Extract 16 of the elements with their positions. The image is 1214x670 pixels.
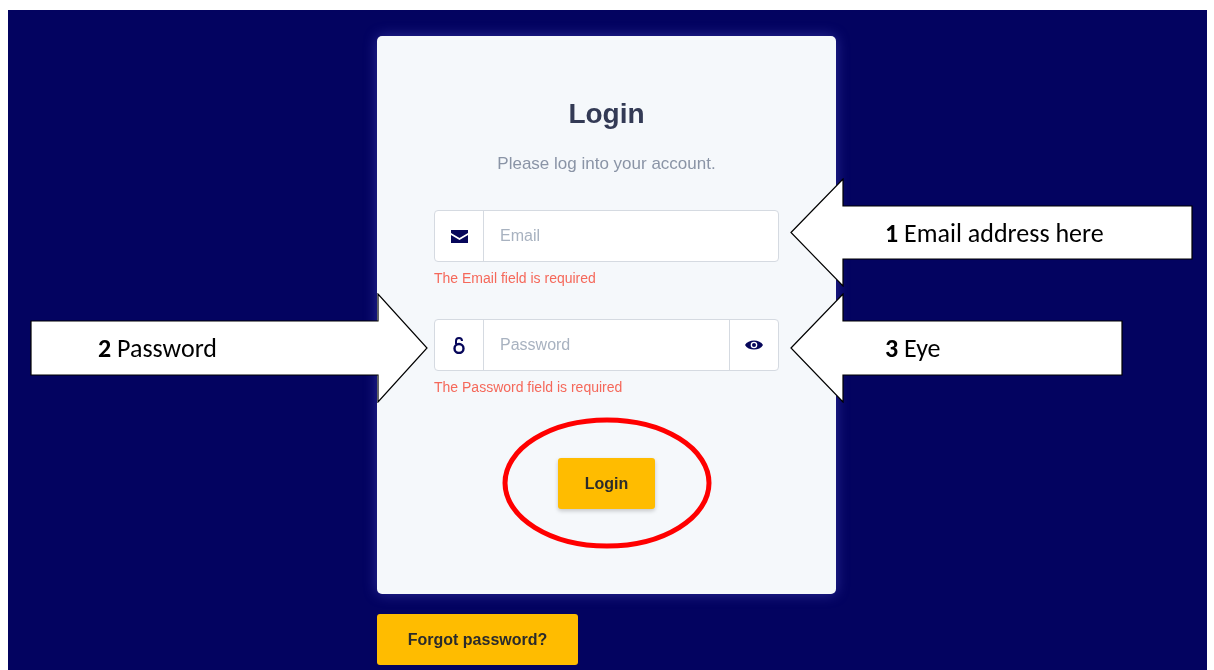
password-input[interactable]: Password	[484, 320, 729, 370]
login-subtitle: Please log into your account.	[497, 154, 716, 174]
email-field[interactable]: Email	[434, 210, 779, 262]
login-button[interactable]: Login	[558, 458, 655, 509]
error-message: The Password field is required	[434, 379, 624, 395]
login-title: Login	[568, 98, 645, 130]
password-field[interactable]: Password	[434, 319, 779, 371]
eye-icon[interactable]	[745, 339, 763, 351]
callout-label: 3 Eye	[885, 332, 941, 364]
envelope-icon	[450, 229, 468, 243]
email-input[interactable]: Email	[484, 211, 778, 261]
error-message: The Email field is required	[434, 270, 597, 286]
callout-label: 1 Email address here	[885, 216, 1104, 249]
forgot-password-button[interactable]: Forgot password?	[377, 614, 578, 665]
padlock-icon	[453, 336, 465, 354]
callout-label: 2 Password	[98, 332, 218, 364]
